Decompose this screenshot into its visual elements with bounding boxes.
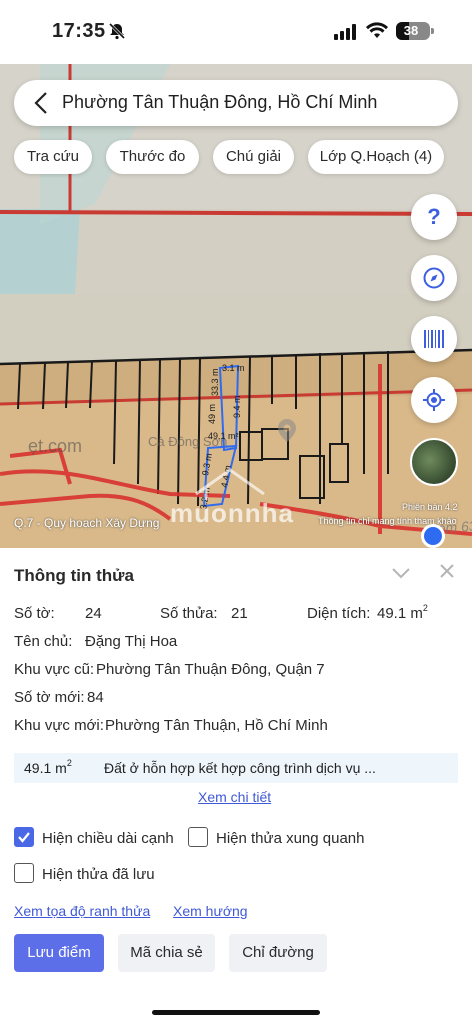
parcel-number-label: Số thửa: bbox=[160, 605, 218, 622]
view-coordinates-link[interactable]: Xem tọa độ ranh thửa bbox=[14, 903, 150, 919]
show-saved-label[interactable]: Hiện thửa đã lưu bbox=[42, 866, 155, 883]
battery-percent: 38 bbox=[403, 23, 419, 38]
close-icon[interactable] bbox=[440, 564, 454, 583]
old-area-label: Khu vực cũ: bbox=[14, 661, 95, 678]
area-label: Diện tích: bbox=[307, 605, 371, 622]
new-sheet-value: 84 bbox=[87, 689, 104, 706]
land-use-row[interactable]: 49.1 m2 Đất ở hỗn hợp kết hợp công trình… bbox=[14, 753, 458, 783]
cellular-signal-icon bbox=[334, 24, 358, 45]
barcode-button[interactable] bbox=[411, 316, 457, 362]
screen: 17:35 38 ẹt.com Cà Đông Sơn 63 3.1 m 33.… bbox=[0, 0, 472, 1024]
show-surrounding-checkbox[interactable] bbox=[188, 827, 208, 847]
show-surrounding-label[interactable]: Hiện thửa xung quanh bbox=[216, 830, 364, 847]
show-edge-length-checkbox[interactable] bbox=[14, 827, 34, 847]
help-button[interactable]: ? bbox=[411, 194, 457, 240]
map-layer-caption: Q.7 - Quy hoạch Xây Dựng bbox=[14, 516, 160, 530]
locate-button[interactable] bbox=[411, 377, 457, 423]
new-area-label: Khu vực mới: bbox=[14, 717, 104, 734]
area-value-number: 49.1 m bbox=[377, 605, 423, 622]
land-use-area-number: 49.1 m bbox=[24, 760, 67, 776]
chip-tra-cuu[interactable]: Tra cứu bbox=[14, 140, 92, 174]
chevron-down-icon[interactable] bbox=[392, 566, 410, 584]
app-version: Phiên bản 4.2 bbox=[402, 502, 458, 512]
parcel-info-panel: Thông tin thửa Số tờ: 24 Số thửa: 21 Diệ… bbox=[0, 548, 472, 1024]
map-canvas: ẹt.com Cà Đông Sơn Hẻm 63 3.1 m 33.3 m 4… bbox=[0, 64, 472, 548]
measure-label: 33.3 m bbox=[210, 368, 220, 396]
current-location-dot bbox=[421, 524, 445, 548]
area-unit-exponent: 2 bbox=[422, 603, 428, 613]
sheet-number-label: Số tờ: bbox=[14, 605, 55, 622]
chip-thuoc-do[interactable]: Thước đo bbox=[106, 140, 199, 174]
measure-label: 9.4 m bbox=[232, 395, 242, 418]
area-value: 49.1 m2 bbox=[377, 603, 428, 622]
new-sheet-label: Số tờ mới: bbox=[14, 689, 85, 706]
new-area-value: Phường Tân Thuận, Hồ Chí Minh bbox=[105, 717, 328, 734]
panel-title: Thông tin thửa bbox=[14, 566, 134, 585]
old-area-value: Phường Tân Thuận Đông, Quận 7 bbox=[96, 661, 325, 678]
owner-label: Tên chủ: bbox=[14, 633, 73, 650]
map-view[interactable]: ẹt.com Cà Đông Sơn Hẻm 63 3.1 m 33.3 m 4… bbox=[0, 64, 472, 548]
bell-muted-icon bbox=[108, 22, 126, 45]
save-point-button[interactable]: Lưu điểm bbox=[14, 934, 104, 972]
measure-label: 49 m bbox=[207, 404, 217, 424]
sheet-number-value: 24 bbox=[85, 605, 102, 622]
land-use-description: Đất ở hỗn hợp kết hợp công trình dịch vụ… bbox=[104, 760, 376, 776]
watermark-logo: muonnha bbox=[170, 498, 294, 528]
search-bar[interactable]: Phường Tân Thuận Đông, Hồ Chí Minh bbox=[14, 80, 458, 126]
wifi-icon bbox=[366, 22, 388, 45]
show-edge-length-label[interactable]: Hiện chiều dài cạnh bbox=[42, 830, 174, 847]
barcode-icon bbox=[424, 330, 444, 348]
show-saved-checkbox[interactable] bbox=[14, 863, 34, 883]
view-detail-link[interactable]: Xem chi tiết bbox=[198, 789, 271, 805]
search-location-text: Phường Tân Thuận Đông, Hồ Chí Minh bbox=[62, 92, 378, 112]
measure-label: 49.1 m² bbox=[208, 431, 239, 441]
status-time: 17:35 bbox=[52, 20, 106, 42]
directions-button[interactable]: Chỉ đường bbox=[229, 934, 327, 972]
locate-icon bbox=[423, 389, 445, 411]
status-bar: 17:35 38 bbox=[0, 0, 472, 64]
share-code-button[interactable]: Mã chia sẻ bbox=[118, 934, 215, 972]
help-icon: ? bbox=[427, 204, 441, 229]
home-indicator bbox=[152, 1010, 320, 1015]
parcel-number-value: 21 bbox=[231, 605, 248, 622]
battery-icon: 38 bbox=[396, 22, 430, 40]
battery-tip bbox=[431, 28, 434, 34]
satellite-layer-toggle[interactable] bbox=[410, 438, 458, 486]
compass-icon bbox=[423, 267, 445, 289]
owner-value: Đặng Thị Hoa bbox=[85, 633, 178, 650]
compass-button[interactable] bbox=[411, 255, 457, 301]
map-label-web: ẹt.com bbox=[28, 436, 82, 456]
chip-lop-quy-hoach[interactable]: Lớp Q.Hoạch (4) bbox=[308, 140, 444, 174]
chip-chu-giai[interactable]: Chú giải bbox=[213, 140, 294, 174]
checkmark-icon bbox=[18, 832, 30, 843]
land-use-area: 49.1 m2 bbox=[24, 758, 72, 776]
measure-label: 3.1 m bbox=[222, 363, 245, 373]
land-use-area-exponent: 2 bbox=[66, 758, 72, 768]
back-arrow-icon[interactable] bbox=[34, 91, 48, 120]
view-direction-link[interactable]: Xem hướng bbox=[173, 903, 248, 919]
